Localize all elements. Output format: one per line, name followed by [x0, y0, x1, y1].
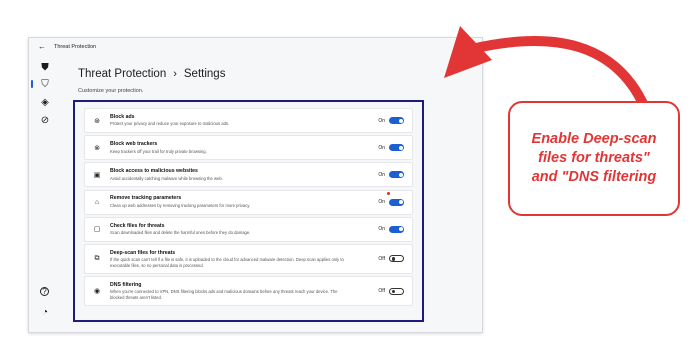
nav-compass-icon[interactable]: ⊘	[39, 114, 51, 126]
toggle-state-label: Off	[378, 288, 385, 295]
block-trackers-toggle[interactable]	[389, 144, 404, 152]
setting-description: Avoid accidentally catching malware whil…	[110, 175, 223, 181]
setting-title: Check files for threats	[110, 222, 165, 229]
notification-dot	[387, 191, 390, 195]
window-title: Threat Protection	[54, 44, 97, 50]
setting-row-check-files: ▢ Check files for threats Scan downloade…	[84, 216, 413, 242]
setting-title: Block web trackers	[110, 141, 158, 148]
remove-tracking-params-toggle[interactable]	[389, 198, 404, 206]
file-check-icon: ▢	[93, 226, 101, 234]
setting-title: Remove tracking parameters	[110, 195, 182, 202]
toggle-state-label: On	[378, 171, 385, 178]
check-files-toggle[interactable]	[389, 225, 404, 233]
setting-row-remove-tracking-params: ⌂ Remove tracking parameters Clean up we…	[84, 189, 413, 215]
setting-title: Deep-scan files for threats	[110, 249, 176, 256]
toggle-state-label: On	[378, 226, 385, 233]
side-nav: ⛊ ⛉ ◈ ⊘ ? ◔	[29, 56, 63, 332]
setting-title: DNS filtering	[110, 281, 142, 288]
dns-filtering-toggle[interactable]	[389, 287, 404, 295]
setting-row-deep-scan: ⧉ Deep-scan files for threats If the qui…	[84, 243, 413, 274]
setting-row-dns-filtering: ◉ DNS filtering When you're connected to…	[84, 276, 413, 307]
callout-line-1: Enable Deep-scan	[531, 131, 657, 148]
callout-line-3: and "DNS filtering	[531, 168, 657, 185]
setting-title: Block access to malicious websites	[110, 168, 198, 175]
block-ads-toggle[interactable]	[389, 117, 404, 124]
help-icon[interactable]: ?	[40, 287, 49, 296]
toggle-state-label: Off	[378, 255, 385, 262]
annotation-callout: Enable Deep-scan files for threats" and …	[508, 101, 680, 216]
nav-diamond-icon[interactable]: ◈	[39, 96, 51, 108]
page-subtitle: Customize your protection.	[78, 88, 144, 94]
ad-block-icon: ⊛	[94, 117, 100, 125]
block-malicious-sites-toggle[interactable]	[389, 171, 404, 179]
deep-scan-toggle[interactable]	[389, 255, 404, 263]
nav-shield-icon[interactable]: ⛊	[39, 61, 51, 73]
tracker-block-icon: ⊗	[94, 144, 100, 152]
breadcrumb-separator: ›	[173, 68, 177, 80]
setting-row-block-malicious-sites: ▣ Block access to malicious websites Avo…	[84, 162, 413, 188]
toggle-state-label: On	[378, 144, 385, 151]
toggle-state-label: On	[378, 117, 385, 124]
arrow-head	[444, 26, 492, 78]
setting-description: Scan downloaded files and delete the har…	[110, 230, 251, 236]
back-arrow-icon[interactable]: ←	[38, 43, 46, 51]
nav-shield-check-icon[interactable]: ⛉	[31, 78, 51, 90]
toggle-state-label: On	[378, 199, 385, 206]
callout-line-2: files for threats"	[538, 150, 650, 167]
page-title-current: Settings	[183, 68, 226, 80]
setting-row-block-ads: ⊛ Block ads Protect your privacy and red…	[84, 108, 413, 133]
setting-title: Block ads	[110, 113, 135, 120]
main-content: Threat Protection › Settings Customize y…	[78, 68, 478, 94]
settings-highlight-box: ⊛ Block ads Protect your privacy and red…	[73, 100, 424, 322]
title-bar: ← Threat Protection	[29, 38, 482, 56]
link-clean-icon: ⌂	[94, 198, 100, 206]
deep-scan-icon: ⧉	[94, 254, 100, 262]
setting-description: When you're connected to VPN, DNS filter…	[110, 289, 338, 300]
setting-description: Clean up web addresses by removing track…	[110, 202, 251, 208]
setting-description: Protect your privacy and reduce your exp…	[110, 121, 230, 127]
malicious-site-icon: ▣	[93, 171, 101, 179]
setting-description: Keep trackers off your trail for truly p…	[110, 148, 207, 154]
page-title-section[interactable]: Threat Protection	[78, 68, 166, 80]
setting-row-block-trackers: ⊗ Block web trackers Keep trackers off y…	[84, 135, 413, 161]
page-title: Threat Protection › Settings	[78, 68, 478, 80]
account-icon[interactable]: ◔	[39, 306, 51, 318]
setting-description: If the quick scan can't tell if a file i…	[110, 257, 344, 268]
arrow-shaft	[471, 36, 650, 113]
dns-filter-icon: ◉	[93, 288, 101, 296]
